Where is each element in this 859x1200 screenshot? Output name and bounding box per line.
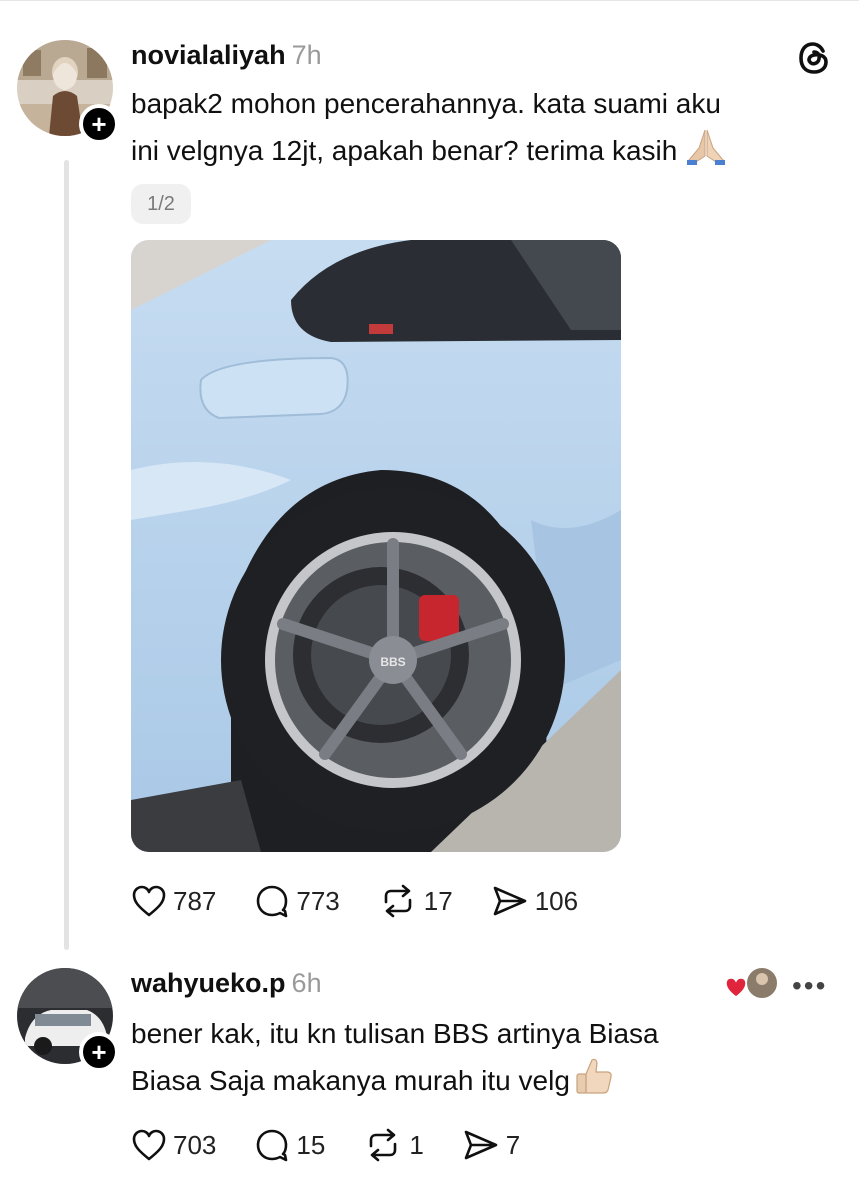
comment-icon xyxy=(257,1129,288,1162)
reply-comment-count: 15 xyxy=(296,1129,326,1160)
reply-header: wahyueko.p 6h xyxy=(131,968,322,999)
reply-comment-button[interactable]: 15 xyxy=(254,1128,325,1162)
post-image[interactable]: BBS xyxy=(131,240,621,852)
post-text-line-2: ini velgnya 12jt, apakah benar? terima k… xyxy=(131,126,851,179)
comment-button[interactable]: 773 xyxy=(254,884,340,918)
repost-button[interactable]: 17 xyxy=(378,884,453,918)
threads-logo-icon[interactable] xyxy=(796,40,832,76)
reply-share-button[interactable]: 7 xyxy=(462,1128,520,1162)
post-text-line: bapak2 mohon pencerahannya. kata suami a… xyxy=(131,88,721,119)
reply-repost-count: 1 xyxy=(409,1129,424,1160)
svg-text:BBS: BBS xyxy=(380,655,405,669)
reply-timestamp: 6h xyxy=(291,968,322,998)
comment-count: 773 xyxy=(296,885,340,916)
repost-icon xyxy=(384,884,412,918)
post-actions: 787 773 17 106 xyxy=(131,884,616,918)
reply-actions: 703 15 1 7 xyxy=(131,1128,558,1162)
post-body: bapak2 mohon pencerahannya. kata suami a… xyxy=(131,82,851,179)
heart-icon xyxy=(132,1129,166,1161)
timestamp: 7h xyxy=(291,40,322,70)
share-button[interactable]: 106 xyxy=(491,884,578,918)
send-icon xyxy=(464,1130,498,1160)
more-icon[interactable]: ••• xyxy=(792,970,827,1002)
repost-icon xyxy=(370,1128,397,1162)
reply-text-line: bener kak, itu kn tulisan BBS artinya Bi… xyxy=(131,1018,659,1049)
repost-count: 17 xyxy=(423,885,453,916)
thumbs-up-emoji xyxy=(574,1056,614,1109)
reply-share-count: 7 xyxy=(505,1129,521,1160)
top-divider xyxy=(0,0,859,1)
send-icon xyxy=(493,886,527,916)
follow-plus-button-reply[interactable]: + xyxy=(79,1032,119,1072)
post-text-line: ini velgnya 12jt, apakah benar? terima k… xyxy=(131,135,678,166)
reply-like-count: 703 xyxy=(173,1129,217,1160)
username[interactable]: novialaliyah xyxy=(131,40,286,70)
reply-text-line: Biasa Saja makanya murah itu velg xyxy=(131,1065,570,1096)
reply-like-button[interactable]: 703 xyxy=(131,1128,216,1162)
reply-repost-button[interactable]: 1 xyxy=(363,1128,424,1162)
post-header: novialaliyah 7h xyxy=(131,40,322,71)
image-pager: 1/2 xyxy=(131,184,191,224)
reply-text-line-2: Biasa Saja makanya murah itu velg xyxy=(131,1056,851,1109)
heart-icon xyxy=(725,977,747,998)
like-button[interactable]: 787 xyxy=(131,884,216,918)
thread-line xyxy=(64,160,69,950)
praying-hands-emoji xyxy=(685,126,727,179)
reply-body: bener kak, itu kn tulisan BBS artinya Bi… xyxy=(131,1012,851,1109)
follow-plus-button[interactable]: + xyxy=(79,104,119,144)
share-count: 106 xyxy=(534,885,579,916)
reply-username[interactable]: wahyueko.p xyxy=(131,968,286,998)
like-count: 787 xyxy=(173,885,217,916)
liked-by-avatars xyxy=(725,966,779,1000)
comment-icon xyxy=(257,885,288,918)
heart-icon xyxy=(132,885,166,917)
